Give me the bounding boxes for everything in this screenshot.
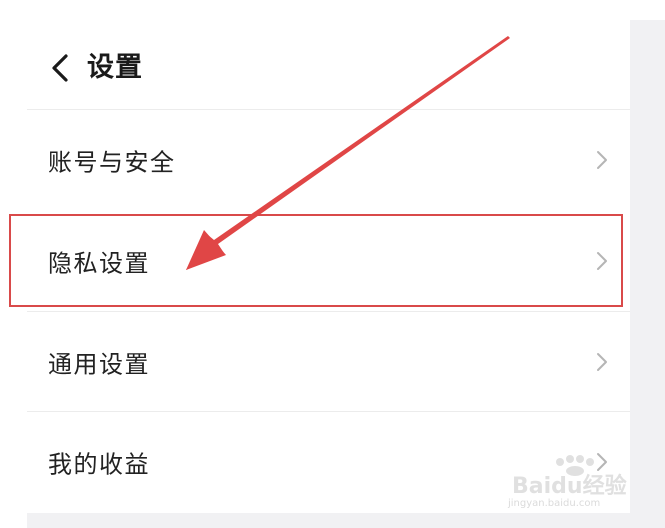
menu-item-label: 通用设置 [48, 350, 150, 379]
chevron-right-icon [597, 151, 607, 169]
chevron-left-icon[interactable] [49, 53, 73, 83]
chevron-right-icon [597, 453, 607, 471]
chevron-right-icon [597, 252, 607, 270]
settings-header: 设置 [27, 20, 630, 110]
left-margin [0, 0, 27, 528]
bottom-margin [27, 513, 630, 528]
menu-item-label: 我的收益 [48, 450, 150, 479]
menu-item-label: 账号与安全 [48, 148, 176, 177]
menu-item-account-security[interactable]: 账号与安全 [27, 110, 630, 210]
menu-item-label: 隐私设置 [48, 249, 150, 278]
right-margin [630, 20, 665, 528]
chevron-right-icon [597, 353, 607, 371]
page-title: 设置 [87, 52, 143, 83]
menu-item-privacy-settings[interactable]: 隐私设置 [27, 211, 630, 311]
menu-item-my-earnings[interactable]: 我的收益 [27, 412, 630, 512]
menu-item-general-settings[interactable]: 通用设置 [27, 312, 630, 412]
